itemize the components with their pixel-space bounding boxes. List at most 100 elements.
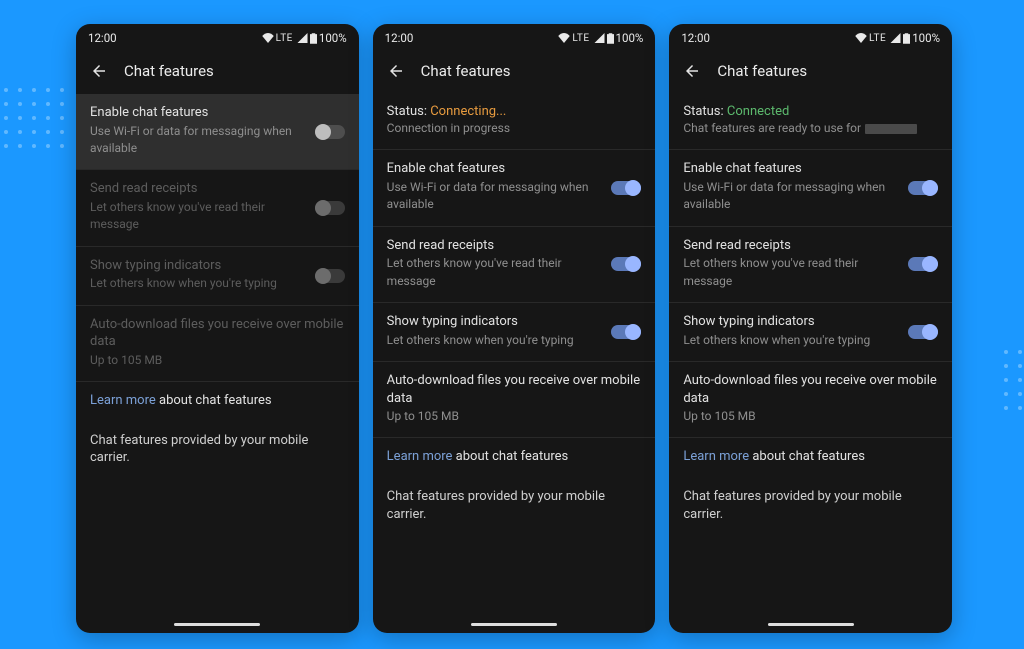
typing-row[interactable]: Show typing indicators Let others know w… xyxy=(669,303,952,361)
enable-sub: Use Wi-Fi or data for messaging when ava… xyxy=(683,179,896,214)
learn-row[interactable]: Learn more about chat features xyxy=(76,382,359,422)
wifi-icon xyxy=(855,33,867,43)
enable-toggle[interactable] xyxy=(908,181,938,195)
signal-icon xyxy=(594,33,605,43)
receipts-row: Send read receipts Let others know you'v… xyxy=(76,170,359,245)
learn-row[interactable]: Learn more about chat features xyxy=(669,438,952,478)
enable-title: Enable chat features xyxy=(683,160,896,178)
status-line: Status: Connecting... xyxy=(387,104,642,119)
learn-text: Learn more about chat features xyxy=(683,448,938,466)
phone-connected: 12:00 LTE 100% Chat features Status: Con… xyxy=(669,24,952,633)
signal-icon xyxy=(297,33,308,43)
app-bar: Chat features xyxy=(373,50,656,94)
enable-chat-row[interactable]: Enable chat features Use Wi-Fi or data f… xyxy=(76,94,359,169)
network-label: LTE xyxy=(572,33,589,44)
footer-row: Chat features provided by your mobile ca… xyxy=(373,478,656,535)
autodl-title: Auto-download files you receive over mob… xyxy=(683,372,938,407)
network-label: LTE xyxy=(276,33,293,44)
learn-row[interactable]: Learn more about chat features xyxy=(373,438,656,478)
status-icons: LTE 100% xyxy=(855,31,940,45)
learn-link[interactable]: Learn more xyxy=(683,449,749,464)
autodl-sub: Up to 105 MB xyxy=(683,408,938,425)
status-value: Connected xyxy=(727,104,789,119)
learn-link[interactable]: Learn more xyxy=(90,393,156,408)
network-label: LTE xyxy=(869,33,886,44)
battery-level: 100% xyxy=(319,31,347,45)
autodl-sub: Up to 105 MB xyxy=(387,408,642,425)
status-row: Status: Connected Chat features are read… xyxy=(669,94,952,149)
status-bar: 12:00 LTE 100% xyxy=(373,24,656,50)
receipts-sub: Let others know you've read their messag… xyxy=(387,255,600,290)
enable-toggle[interactable] xyxy=(611,181,641,195)
learn-link[interactable]: Learn more xyxy=(387,449,453,464)
clock: 12:00 xyxy=(88,31,117,45)
status-value: Connecting... xyxy=(430,104,506,119)
autodl-title: Auto-download files you receive over mob… xyxy=(387,372,642,407)
nav-bar xyxy=(76,615,359,633)
autodl-title: Auto-download files you receive over mob… xyxy=(90,316,345,351)
home-handle[interactable] xyxy=(471,623,557,626)
typing-toggle[interactable] xyxy=(908,325,938,339)
page-title: Chat features xyxy=(421,62,511,80)
typing-toggle[interactable] xyxy=(611,325,641,339)
back-button[interactable] xyxy=(387,62,405,80)
bg-dots-right xyxy=(1004,350,1022,410)
autodl-row[interactable]: Auto-download files you receive over mob… xyxy=(373,362,656,437)
home-handle[interactable] xyxy=(174,623,260,626)
status-line: Status: Connected xyxy=(683,104,938,119)
app-bar: Chat features xyxy=(669,50,952,94)
receipts-sub: Let others know you've read their messag… xyxy=(90,199,303,234)
app-bar: Chat features xyxy=(76,50,359,94)
nav-bar xyxy=(373,615,656,633)
battery-icon xyxy=(607,33,614,44)
enable-sub: Use Wi-Fi or data for messaging when ava… xyxy=(90,123,303,158)
autodl-row[interactable]: Auto-download files you receive over mob… xyxy=(669,362,952,437)
enable-title: Enable chat features xyxy=(387,160,600,178)
enable-chat-row[interactable]: Enable chat features Use Wi-Fi or data f… xyxy=(669,150,952,225)
status-sub: Connection in progress xyxy=(387,120,642,137)
receipts-sub: Let others know you've read their messag… xyxy=(683,255,896,290)
enable-chat-row[interactable]: Enable chat features Use Wi-Fi or data f… xyxy=(373,150,656,225)
back-button[interactable] xyxy=(683,62,701,80)
footer-row: Chat features provided by your mobile ca… xyxy=(669,478,952,535)
phones-shelf: 12:00 LTE 100% Chat features Enable chat… xyxy=(76,24,952,633)
home-handle[interactable] xyxy=(768,623,854,626)
footer-text: Chat features provided by your mobile ca… xyxy=(387,488,642,523)
typing-sub: Let others know when you're typing xyxy=(683,332,896,349)
receipts-toggle[interactable] xyxy=(908,257,938,271)
battery-level: 100% xyxy=(616,31,644,45)
page-title: Chat features xyxy=(717,62,807,80)
receipts-row[interactable]: Send read receipts Let others know you'v… xyxy=(669,227,952,302)
battery-level: 100% xyxy=(912,31,940,45)
wifi-icon xyxy=(262,33,274,43)
clock: 12:00 xyxy=(385,31,414,45)
battery-icon xyxy=(310,33,317,44)
status-icons: LTE 100% xyxy=(262,31,347,45)
footer-text: Chat features provided by your mobile ca… xyxy=(90,432,345,467)
typing-sub: Let others know when you're typing xyxy=(90,275,303,292)
receipts-toggle[interactable] xyxy=(611,257,641,271)
footer-row: Chat features provided by your mobile ca… xyxy=(76,422,359,479)
redacted-number xyxy=(865,124,917,134)
back-button[interactable] xyxy=(90,62,108,80)
typing-sub: Let others know when you're typing xyxy=(387,332,600,349)
enable-toggle[interactable] xyxy=(315,125,345,139)
receipts-row[interactable]: Send read receipts Let others know you'v… xyxy=(373,227,656,302)
typing-row: Show typing indicators Let others know w… xyxy=(76,247,359,305)
bg-dots-left xyxy=(4,88,64,148)
enable-sub: Use Wi-Fi or data for messaging when ava… xyxy=(387,179,600,214)
learn-text: Learn more about chat features xyxy=(387,448,642,466)
receipts-title: Send read receipts xyxy=(90,180,303,198)
enable-title: Enable chat features xyxy=(90,104,303,122)
status-bar: 12:00 LTE 100% xyxy=(76,24,359,50)
typing-title: Show typing indicators xyxy=(387,313,600,331)
signal-icon xyxy=(890,33,901,43)
wifi-icon xyxy=(558,33,570,43)
status-sub: Chat features are ready to use for xyxy=(683,120,938,137)
learn-text: Learn more about chat features xyxy=(90,392,345,410)
status-row: Status: Connecting... Connection in prog… xyxy=(373,94,656,149)
typing-toggle xyxy=(315,269,345,283)
typing-row[interactable]: Show typing indicators Let others know w… xyxy=(373,303,656,361)
footer-text: Chat features provided by your mobile ca… xyxy=(683,488,938,523)
clock: 12:00 xyxy=(681,31,710,45)
